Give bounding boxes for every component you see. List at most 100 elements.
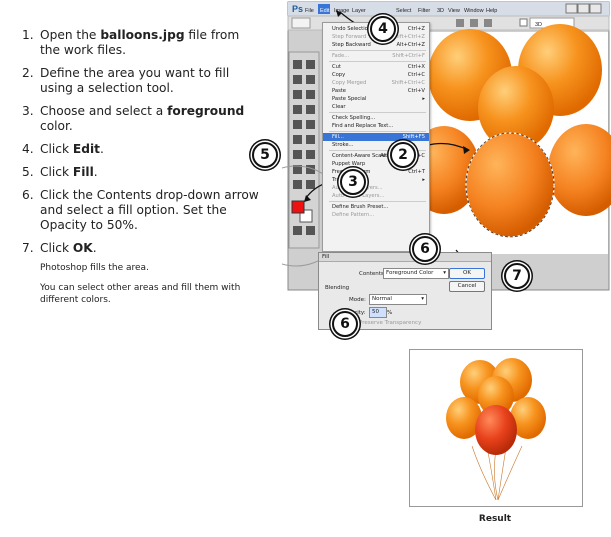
step-4: 4. Click Edit.: [22, 142, 262, 157]
result-balloons: [446, 358, 546, 501]
screen-mode-icon[interactable]: [306, 226, 315, 235]
eraser-tool-icon[interactable]: [293, 135, 302, 144]
step-number: 6.: [22, 188, 34, 202]
step-bold: Edit: [72, 142, 100, 156]
distribute-icon[interactable]: [470, 19, 478, 27]
step-text-end: .: [93, 165, 98, 179]
step-text: Click: [40, 165, 73, 179]
step-text: Choose and select a: [40, 104, 168, 118]
menu-item-label: Find and Replace Text...: [332, 123, 394, 129]
menu-item-label: Copy Merged: [332, 80, 367, 86]
menu-item-label: Step Backward: [332, 42, 371, 48]
menu-view[interactable]: View: [448, 8, 460, 14]
contents-dropdown[interactable]: Foreground Color ▾: [383, 268, 449, 279]
ok-button[interactable]: OK: [449, 268, 485, 279]
marquee-tool-icon[interactable]: [306, 60, 315, 69]
chevron-down-icon: ▾: [421, 296, 424, 302]
result-caption: Result: [478, 514, 512, 524]
edit-menu-item[interactable]: Find and Replace Text...: [323, 122, 429, 130]
close-icon[interactable]: [589, 3, 602, 14]
step-6: 6. Click the Contents drop-down arrow and…: [22, 188, 262, 233]
tool-preset-picker[interactable]: [291, 17, 311, 29]
minimize-icon[interactable]: [565, 3, 578, 14]
3d-checkbox[interactable]: [519, 18, 528, 27]
edit-menu: Undo Selection Ctrl+Z Step Forward Shift+Ct…: [322, 22, 430, 252]
eyedropper-tool-icon[interactable]: [306, 90, 315, 99]
opacity-input[interactable]: 50: [369, 307, 387, 318]
menu-file[interactable]: File: [305, 8, 314, 14]
brush-tool-icon[interactable]: [306, 105, 315, 114]
history-brush-tool-icon[interactable]: [306, 120, 315, 129]
edit-menu-item[interactable]: Check Spelling...: [323, 114, 429, 122]
menu-filter[interactable]: Filter: [418, 8, 430, 14]
step-number: 2.: [22, 66, 34, 80]
callout-7: 7: [504, 263, 530, 289]
gradient-tool-icon[interactable]: [306, 135, 315, 144]
edit-menu-item[interactable]: Free TransformCtrl+T: [323, 168, 429, 176]
edit-menu-item[interactable]: Paste Ctrl+V: [323, 87, 429, 95]
quick-select-tool-icon[interactable]: [306, 75, 315, 84]
ps-logo: Ps: [292, 4, 303, 14]
blur-tool-icon[interactable]: [293, 150, 302, 159]
menu-item-shortcut: Alt+Ctrl+Z: [396, 42, 425, 48]
menu-help[interactable]: Help: [486, 8, 497, 14]
edit-menu-item[interactable]: Step Backward Alt+Ctrl+Z: [323, 41, 429, 49]
menu-edit[interactable]: Edit: [320, 8, 330, 14]
callout-5: 5: [252, 142, 278, 168]
menu-window[interactable]: Window: [464, 8, 484, 14]
menu-item-shortcut: Ctrl+T: [408, 169, 425, 175]
step-number: 4.: [22, 142, 34, 156]
menu-select[interactable]: Select: [396, 8, 412, 14]
step-bold: balloons.jpg: [100, 28, 185, 42]
menu-item-label: Copy: [332, 72, 346, 78]
step-text: Define the area you want to fill using a…: [40, 66, 230, 95]
shape-tool-icon[interactable]: [306, 180, 315, 189]
step-3: 3. Choose and select a foreground color.: [22, 104, 262, 134]
menu-3d[interactable]: 3D: [437, 8, 444, 14]
mode-label: Mode:: [349, 297, 366, 303]
step-text-end: .: [92, 241, 97, 255]
move-tool-icon[interactable]: [293, 60, 302, 69]
menu-layer[interactable]: Layer: [352, 8, 366, 14]
edit-menu-item[interactable]: Paste Special ▸: [323, 95, 429, 103]
edit-menu-item[interactable]: Clear: [323, 103, 429, 111]
crop-tool-icon[interactable]: [293, 90, 302, 99]
step-text-end: .: [99, 142, 104, 156]
quick-mask-icon[interactable]: [293, 226, 302, 235]
step-2: 2. Define the area you want to fill using…: [22, 66, 262, 96]
step-text: Click: [40, 142, 73, 156]
lasso-tool-icon[interactable]: [293, 75, 302, 84]
align-icon[interactable]: [456, 19, 464, 27]
menu-separator: [329, 112, 426, 113]
callout-2: 2: [390, 142, 416, 168]
maximize-icon[interactable]: [577, 3, 590, 14]
menu-item-label: Cut: [332, 64, 341, 70]
foreground-color-swatch[interactable]: [291, 200, 305, 214]
step-bold: OK: [72, 241, 93, 255]
menu-item-label: Define Brush Preset...: [332, 204, 389, 210]
menu-item-label: Puppet Warp: [332, 161, 366, 167]
menu-item-shortcut: Ctrl+C: [407, 72, 425, 78]
callout-3: 3: [340, 169, 366, 195]
step-notes: Photoshop fills the area. You can select…: [40, 262, 262, 306]
path-select-tool-icon[interactable]: [293, 180, 302, 189]
menu-item-shortcut: Ctrl+V: [407, 88, 425, 94]
chevron-down-icon: ▾: [443, 270, 446, 276]
menu-item-shortcut: Shift+Ctrl+Z: [391, 34, 425, 40]
edit-menu-item[interactable]: Cut Ctrl+X: [323, 63, 429, 71]
arrange-icon[interactable]: [484, 19, 492, 27]
healing-tool-icon[interactable]: [293, 105, 302, 114]
menu-item-shortcut: Shift+Ctrl+F: [392, 53, 425, 59]
blending-label: Blending: [325, 285, 350, 291]
edit-menu-item[interactable]: Transform▸: [323, 176, 429, 184]
mode-dropdown[interactable]: Normal ▾: [369, 294, 427, 305]
menu-item-label: Undo Selection: [332, 26, 372, 32]
edit-menu-item[interactable]: Fill... Shift+F5: [323, 133, 429, 141]
menu-item-label: Fill...: [332, 134, 344, 140]
callout-6-top: 6: [412, 236, 438, 262]
dodge-tool-icon[interactable]: [306, 150, 315, 159]
edit-menu-item[interactable]: Define Brush Preset...: [323, 203, 429, 211]
edit-menu-item[interactable]: Copy Ctrl+C: [323, 71, 429, 79]
stamp-tool-icon[interactable]: [293, 120, 302, 129]
cancel-button[interactable]: Cancel: [449, 281, 485, 292]
